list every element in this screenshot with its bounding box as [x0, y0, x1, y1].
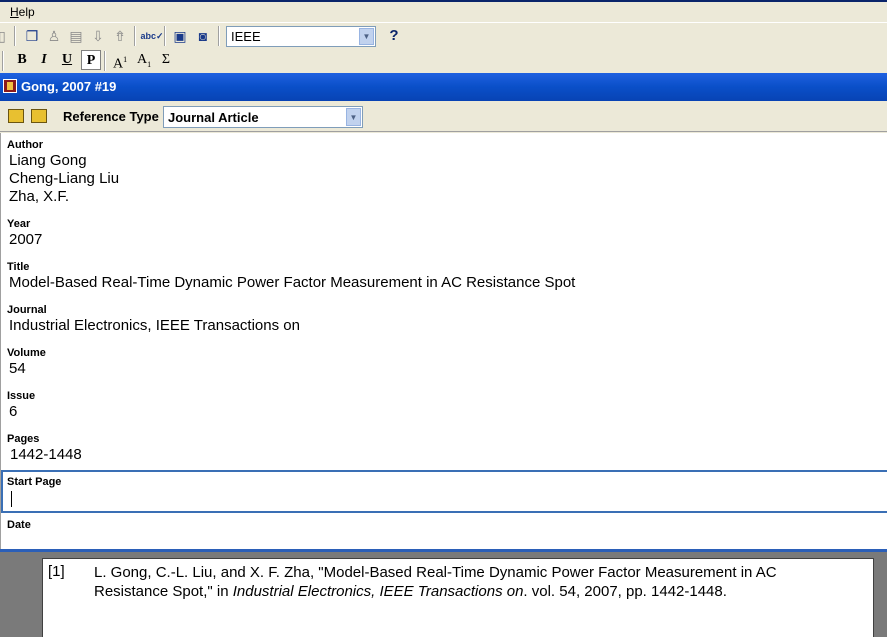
toolbar-edge-icon[interactable]: ▯: [0, 26, 12, 46]
superscript-button-label: A: [112, 56, 124, 72]
superscript-button[interactable]: A1: [110, 50, 130, 72]
field-label: Title: [7, 261, 30, 273]
field-label: Issue: [7, 390, 36, 402]
toolbar-separator: [104, 51, 106, 71]
year-value[interactable]: 2007: [9, 231, 42, 249]
author-value[interactable]: Zha, X.F.: [9, 188, 69, 206]
menubar: Help: [0, 0, 887, 22]
symbol-button[interactable]: Σ: [156, 50, 176, 70]
italic-button[interactable]: I: [34, 50, 54, 70]
text-caret: [11, 491, 12, 507]
insert-picture-icon[interactable]: ▣: [170, 26, 190, 46]
reference-type-bar: Reference Type Journal Article ▼: [0, 101, 887, 132]
issue-value[interactable]: 6: [9, 403, 17, 421]
reference-type-value: Journal Article: [168, 110, 259, 125]
attach-file-icon[interactable]: [8, 109, 24, 123]
reference-fields: Author Liang Gong Cheng-Liang Liu Zha, X…: [0, 133, 887, 549]
volume-value[interactable]: 54: [9, 360, 26, 378]
toolbar-separator: [14, 26, 16, 46]
insert-citation-icon[interactable]: ♙: [44, 26, 64, 46]
reference-type-label: Reference Type: [63, 109, 159, 124]
endnote-reference-icon: [3, 79, 17, 93]
reference-window-titlebar[interactable]: Gong, 2007 #19: [0, 73, 887, 101]
endnote-window: Help ▯ ❐ ♙ ▤ ⇩ ⇮ abc✓ ▣ ◙ IEEE ▼ ? B I U…: [0, 0, 887, 637]
citation-text: L. Gong, C.-L. Liu, and X. F. Zha, "Mode…: [94, 563, 854, 601]
main-toolbar: ▯ ❐ ♙ ▤ ⇩ ⇮ abc✓ ▣ ◙ IEEE ▼ ?: [0, 22, 887, 48]
go-to-word-icon[interactable]: ⇩: [88, 26, 108, 46]
toolbar-separator: [218, 26, 220, 46]
underline-button[interactable]: U: [57, 50, 77, 70]
author-value[interactable]: Liang Gong: [9, 152, 87, 170]
superscript-button-mark: 1: [123, 55, 128, 64]
field-label: Volume: [7, 347, 46, 359]
journal-value[interactable]: Industrial Electronics, IEEE Transaction…: [9, 317, 300, 335]
format-bibliography-icon[interactable]: ▤: [66, 26, 86, 46]
subscript-button[interactable]: A1: [134, 50, 154, 70]
spellcheck-icon[interactable]: abc✓: [140, 26, 163, 46]
toolbar-separator: [2, 51, 4, 71]
help-button[interactable]: ?: [384, 26, 404, 46]
field-label: Date: [7, 519, 31, 531]
open-link-icon[interactable]: [31, 109, 47, 123]
format-toolbar: B I U P A1 A1 Σ: [0, 48, 887, 72]
subscript-button-label: A: [136, 52, 148, 67]
field-label: Year: [7, 218, 31, 230]
toolbar-separator: [164, 26, 166, 46]
pages-value[interactable]: 1442-1448: [10, 446, 82, 464]
preview-pane-frame: [1] L. Gong, C.-L. Liu, and X. F. Zha, "…: [0, 549, 887, 637]
field-label: Author: [7, 139, 44, 151]
author-value[interactable]: Cheng-Liang Liu: [9, 170, 119, 188]
toolbar-separator: [134, 26, 136, 46]
output-style-value: IEEE: [231, 29, 261, 44]
field-label: Pages: [7, 433, 40, 445]
field-label: Start Page: [7, 476, 62, 488]
citation-journal: Industrial Electronics, IEEE Transaction…: [232, 583, 524, 600]
window-title: Gong, 2007 #19: [21, 79, 117, 94]
plain-button[interactable]: P: [81, 50, 101, 70]
citation-text-tail: . vol. 54, 2007, pp. 1442-1448.: [523, 583, 727, 600]
citation-preview[interactable]: [1] L. Gong, C.-L. Liu, and X. F. Zha, "…: [42, 558, 874, 637]
copy-reference-icon[interactable]: ❐: [22, 26, 42, 46]
field-start-page[interactable]: Start Page: [1, 470, 887, 513]
field-label: Journal: [7, 304, 47, 316]
insert-object-icon[interactable]: ◙: [193, 26, 213, 46]
chevron-down-icon[interactable]: ▼: [359, 28, 374, 45]
reference-type-select[interactable]: Journal Article ▼: [163, 106, 363, 128]
title-value[interactable]: Model-Based Real-Time Dynamic Power Fact…: [9, 274, 575, 292]
subscript-button-mark: 1: [147, 59, 152, 69]
return-to-endnote-icon[interactable]: ⇮: [110, 26, 130, 46]
output-style-select[interactable]: IEEE ▼: [226, 26, 376, 47]
citation-number: [1]: [48, 563, 65, 580]
menu-help[interactable]: Help: [10, 5, 35, 19]
bold-button[interactable]: B: [12, 50, 32, 70]
chevron-down-icon[interactable]: ▼: [346, 108, 361, 126]
